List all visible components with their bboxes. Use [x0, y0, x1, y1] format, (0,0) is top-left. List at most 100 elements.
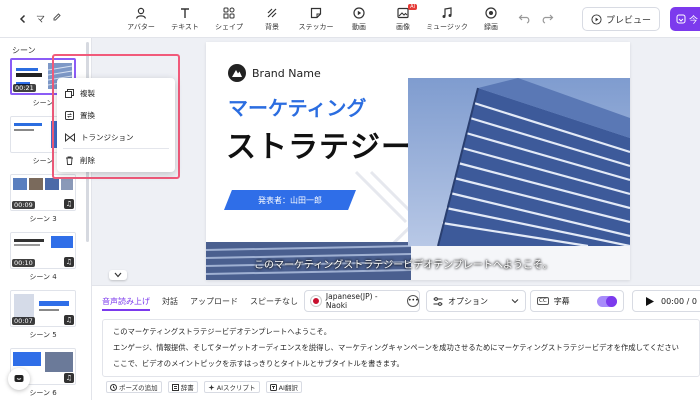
options-label: オプション: [448, 296, 488, 306]
tool-chip-label: AIスクリプト: [216, 384, 256, 392]
preview-label: プレビュー: [605, 15, 651, 26]
tab-dialogue[interactable]: 対話: [162, 296, 178, 311]
tool-video[interactable]: 動画: [336, 6, 382, 32]
back-button[interactable]: [14, 10, 32, 28]
script-line: エンゲージ、情報提供、そしてターゲットオーディエンスを説得し、マーケティングキャ…: [113, 343, 679, 352]
tool-music[interactable]: ミュージック: [424, 6, 470, 32]
slide-headline-secondary[interactable]: ストラテジー: [226, 122, 412, 166]
tool-shapes[interactable]: シェイプ: [206, 6, 252, 32]
chevron-down-icon: [114, 272, 122, 278]
music-note-icon: ♫: [64, 199, 74, 209]
ai-badge: AI: [408, 4, 417, 10]
add-pause-button[interactable]: ポーズの追加: [106, 381, 162, 393]
menu-item-label: トランジション: [81, 132, 134, 142]
tool-chip-label: 辞書: [180, 384, 194, 392]
undo-icon[interactable]: [518, 12, 532, 24]
tool-label: アバター: [127, 23, 155, 31]
export-button[interactable]: 今: [670, 7, 700, 31]
menu-item-label: 削除: [80, 155, 95, 165]
dictionary-button[interactable]: 辞書: [167, 381, 198, 393]
menu-item-duplicate[interactable]: 複製: [57, 82, 175, 104]
tool-sticker[interactable]: ステッカー: [293, 6, 339, 32]
help-chat-button[interactable]: [8, 368, 30, 390]
presenter-banner[interactable]: 発表者：山田一郎: [224, 190, 356, 210]
music-note-icon: ♫: [64, 315, 74, 325]
menu-item-label: 置換: [80, 110, 95, 120]
script-tabs: 音声読み上げ 対話 アップロード スピーチなし: [102, 296, 298, 311]
redo-icon[interactable]: [540, 12, 554, 24]
scene-item[interactable]: 00:09 ♫ シーン 3: [10, 174, 76, 224]
tool-image[interactable]: AI 画像: [380, 4, 426, 32]
tool-text[interactable]: テキスト: [162, 6, 208, 32]
edit-icon[interactable]: [52, 12, 62, 22]
brand-block[interactable]: Brand Name: [228, 64, 321, 82]
avatar-icon: [135, 7, 147, 19]
scene-thumbnail[interactable]: 00:09 ♫: [10, 174, 76, 211]
slide-headline-primary[interactable]: マーケティング: [228, 92, 366, 121]
translate-icon: [269, 383, 277, 391]
tool-label: ステッカー: [298, 23, 334, 31]
brand-logo-icon: [228, 64, 246, 82]
options-dropdown[interactable]: オプション: [426, 290, 526, 312]
tab-text-to-speech[interactable]: 音声読み上げ: [102, 296, 150, 311]
subtitles-toggle[interactable]: [597, 296, 617, 307]
scene-item[interactable]: 00:10 ♫ シーン 4: [10, 232, 76, 282]
tool-record[interactable]: 録画: [468, 6, 514, 32]
scene-label: シーン 3: [29, 215, 57, 223]
tool-label: 背景: [265, 23, 279, 31]
japan-flag-icon: [311, 296, 321, 306]
ai-translate-button[interactable]: AI翻訳: [265, 381, 302, 393]
menu-item-replace[interactable]: 置換: [57, 104, 175, 126]
export-icon: [676, 14, 686, 24]
subtitles-label: 字幕: [553, 296, 570, 306]
scene-duration: 00:09: [12, 201, 35, 209]
music-icon: [442, 7, 452, 18]
building-photo[interactable]: [408, 78, 630, 246]
playback-time: 00:00 / 0: [661, 296, 697, 306]
ai-sparkle-icon: [208, 384, 215, 390]
voice-label: Japanese(JP) - Naoki: [325, 292, 378, 310]
preview-button[interactable]: プレビュー: [582, 7, 660, 31]
play-circle-icon: [591, 13, 602, 25]
script-tools: ポーズの追加 辞書 AIスクリプト AI翻訳: [106, 381, 302, 393]
sliders-icon: [433, 296, 443, 306]
collapse-panel-button[interactable]: [109, 270, 127, 280]
more-options-icon[interactable]: •••: [407, 295, 419, 307]
shapes-icon: [223, 7, 235, 19]
slide-canvas[interactable]: Brand Name マーケティング ストラテジー 発表者：山田一郎 このマーケ…: [206, 42, 630, 280]
tab-upload[interactable]: アップロード: [190, 296, 238, 311]
tool-background[interactable]: 背景: [249, 6, 295, 32]
export-label: 今: [689, 15, 699, 26]
menu-item-delete[interactable]: 削除: [57, 149, 175, 171]
replace-icon: [65, 110, 74, 120]
scene-duration: 00:21: [13, 84, 36, 92]
voice-select[interactable]: Japanese(JP) - Naoki •••: [304, 290, 420, 312]
script-line: ここで、ビデオのメイントピックを示すはっきりとタイトルとサブタイトルを書きます。: [113, 359, 404, 368]
tab-no-speech[interactable]: スピーチなし: [250, 296, 298, 311]
play-icon[interactable]: [645, 296, 655, 307]
menu-item-transition[interactable]: トランジション: [57, 126, 175, 148]
menu-item-label: 複製: [80, 88, 95, 98]
scene-label: シーン 5: [29, 331, 57, 339]
project-title[interactable]: マ: [36, 12, 45, 25]
scene-item[interactable]: 00:07 ♫ シーン 5: [10, 290, 76, 340]
subtitles-control: CC 字幕: [530, 290, 624, 312]
audio-player: 00:00 / 0: [632, 290, 700, 312]
sticker-icon: [310, 7, 322, 19]
transition-icon: [65, 132, 75, 142]
scene-thumbnail[interactable]: 00:10 ♫: [10, 232, 76, 269]
scene-duration: 00:10: [12, 259, 35, 267]
dictionary-icon: [171, 383, 179, 391]
tool-chip-label: AI翻訳: [278, 384, 298, 392]
scene-thumbnail[interactable]: 00:07 ♫: [10, 290, 76, 327]
tool-label: 画像: [396, 23, 410, 31]
music-note-icon: ♫: [64, 373, 74, 383]
ai-script-button[interactable]: AIスクリプト: [203, 381, 260, 393]
tool-label: シェイプ: [215, 23, 243, 31]
trash-icon: [66, 156, 73, 165]
tool-avatar[interactable]: アバター: [118, 6, 164, 32]
record-icon: [485, 7, 497, 19]
script-editor[interactable]: このマーケティングストラテジービデオテンプレートへようこそ。 エンゲージ、情報提…: [102, 319, 700, 377]
script-line: このマーケティングストラテジービデオテンプレートへようこそ。: [113, 327, 332, 336]
scene-context-menu: 複製 置換 トランジション 削除: [57, 78, 175, 172]
